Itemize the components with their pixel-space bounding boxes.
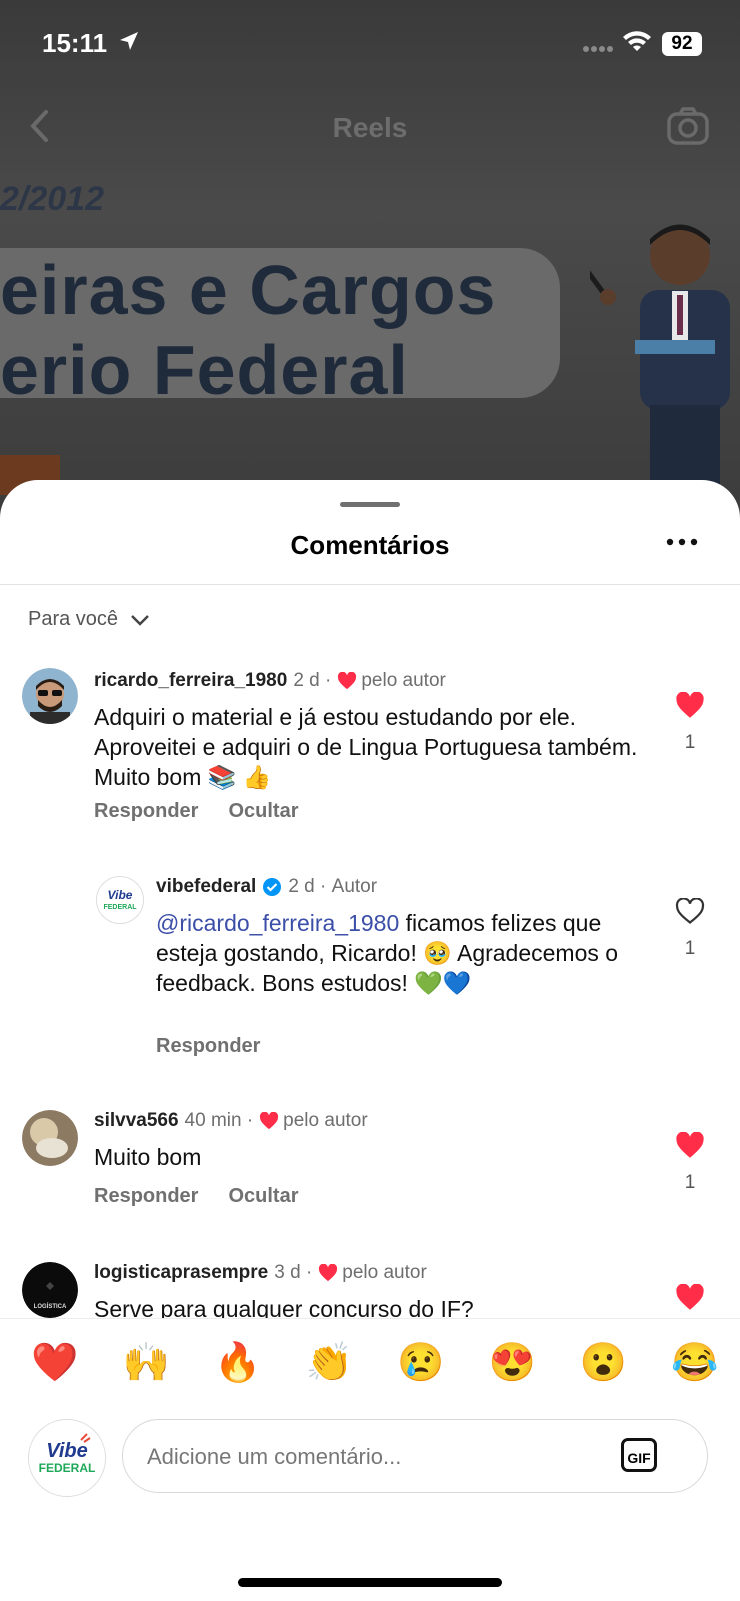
comment-username[interactable]: silvva566 — [94, 1110, 179, 1132]
sheet-title: Comentários — [290, 530, 450, 560]
svg-text:LOGÍSTICA: LOGÍSTICA — [34, 1302, 67, 1310]
comment-meta: silvva566 40 min · pelo autor — [94, 1110, 368, 1132]
author-liked-label: pelo autor — [361, 670, 446, 691]
comment-input-placeholder: Adicione um comentário... — [147, 1444, 402, 1469]
sheet-drag-handle[interactable] — [340, 502, 400, 507]
comment-input[interactable]: Adicione um comentário... GIF — [122, 1419, 708, 1493]
reaction-laughing[interactable]: 😂 — [670, 1341, 720, 1385]
heart-filled-icon[interactable] — [675, 1283, 705, 1311]
hide-button[interactable]: Ocultar — [228, 800, 298, 823]
comment-text: Muito bom — [94, 1144, 202, 1170]
reel-title-line1: eiras e Cargos — [0, 251, 497, 329]
camera-icon[interactable] — [666, 106, 710, 146]
heart-filled-icon[interactable] — [675, 1131, 705, 1159]
like-count: 1 — [684, 938, 696, 959]
heart-outline-icon[interactable] — [675, 897, 705, 925]
author-liked-label: pelo autor — [342, 1262, 427, 1283]
like-count: 1 — [684, 732, 696, 753]
svg-text:Vibe: Vibe — [46, 1440, 88, 1462]
comment-meta: ricardo_ferreira_1980 2 d · pelo autor — [94, 670, 446, 692]
reaction-clap[interactable]: 👏 — [304, 1341, 354, 1385]
like-control: 1 — [670, 1131, 710, 1194]
reaction-heart-eyes[interactable]: 😍 — [487, 1341, 537, 1385]
comment-username[interactable]: logisticaprasempre — [94, 1262, 268, 1284]
reply-button[interactable]: Responder — [156, 1035, 260, 1058]
reaction-raised-hands[interactable]: 🙌 — [121, 1341, 171, 1385]
home-indicator — [238, 1578, 502, 1587]
reel-title-line2: erio Federal — [0, 331, 409, 409]
reaction-crying[interactable]: 😢 — [396, 1341, 446, 1385]
hide-button[interactable]: Ocultar — [228, 1185, 298, 1208]
author-liked-label: pelo autor — [283, 1110, 368, 1131]
comment-time: 40 min — [184, 1110, 242, 1131]
reel-date-text: 2/2012 — [0, 180, 104, 218]
battery-indicator: 92 — [662, 32, 702, 56]
gif-button[interactable]: GIF — [621, 1438, 657, 1472]
sort-filter-dropdown[interactable]: Para você — [28, 608, 150, 631]
comment-time: 2 d — [293, 670, 320, 691]
comment-username[interactable]: vibefederal — [156, 876, 256, 898]
teacher-illustration — [590, 224, 730, 495]
mention-link[interactable]: @ricardo_ferreira_1980 — [156, 910, 399, 936]
reels-title: Reels — [332, 112, 408, 143]
like-control — [670, 1283, 710, 1316]
svg-text:FEDERAL: FEDERAL — [103, 904, 137, 911]
reaction-fire[interactable]: 🔥 — [213, 1341, 263, 1385]
comment-meta: logisticaprasempre 3 d · pelo autor — [94, 1262, 427, 1284]
comment-meta: vibefederal 2 d · Autor — [156, 876, 378, 898]
like-count: 1 — [684, 1172, 696, 1193]
author-label: Autor — [331, 876, 378, 897]
comment-username[interactable]: ricardo_ferreira_1980 — [94, 670, 287, 692]
current-user-avatar: Vibe FEDERAL — [28, 1419, 106, 1497]
status-bar: 15:11 92 — [0, 0, 740, 90]
status-time: 15:11 — [42, 28, 108, 58]
more-options-icon[interactable] — [666, 538, 698, 546]
comment-time: 3 d — [274, 1262, 301, 1283]
location-arrow-icon — [120, 32, 138, 50]
author-liked-heart-icon — [260, 1112, 279, 1130]
like-control: 1 — [670, 691, 710, 754]
avatar[interactable]: LOGÍSTICA — [22, 1262, 78, 1318]
reply-button[interactable]: Responder — [94, 1185, 198, 1208]
quick-reactions-bar: ❤️ 🙌 🔥 👏 😢 😍 😮 😂 — [30, 1341, 720, 1385]
comment-text: Adquiri o material e já estou estudando … — [94, 704, 638, 790]
comment-text: @ricardo_ferreira_1980 ficamos felizes q… — [156, 908, 646, 998]
wifi-icon — [623, 31, 651, 51]
reply-button[interactable]: Responder — [94, 800, 198, 823]
author-liked-heart-icon — [319, 1264, 338, 1282]
sort-filter-label: Para você — [28, 608, 119, 630]
signal-icon — [583, 46, 613, 52]
like-control: 1 — [670, 897, 710, 960]
sheet-divider — [0, 584, 740, 585]
verified-badge-icon — [263, 878, 282, 896]
avatar[interactable] — [22, 668, 78, 724]
avatar[interactable]: Vibe FEDERAL — [96, 876, 144, 924]
svg-text:FEDERAL: FEDERAL — [39, 1461, 96, 1475]
heart-filled-icon[interactable] — [675, 691, 705, 719]
chevron-down-icon — [131, 614, 149, 626]
reaction-heart[interactable]: ❤️ — [30, 1341, 80, 1385]
reaction-surprised[interactable]: 😮 — [579, 1341, 629, 1385]
comment-time: 2 d — [288, 876, 315, 897]
svg-text:Vibe: Vibe — [108, 888, 133, 902]
author-liked-heart-icon — [338, 672, 357, 690]
comment-composer: ❤️ 🙌 🔥 👏 😢 😍 😮 😂 Vibe FEDERAL Adicione u… — [0, 1318, 740, 1601]
avatar[interactable] — [22, 1110, 78, 1166]
